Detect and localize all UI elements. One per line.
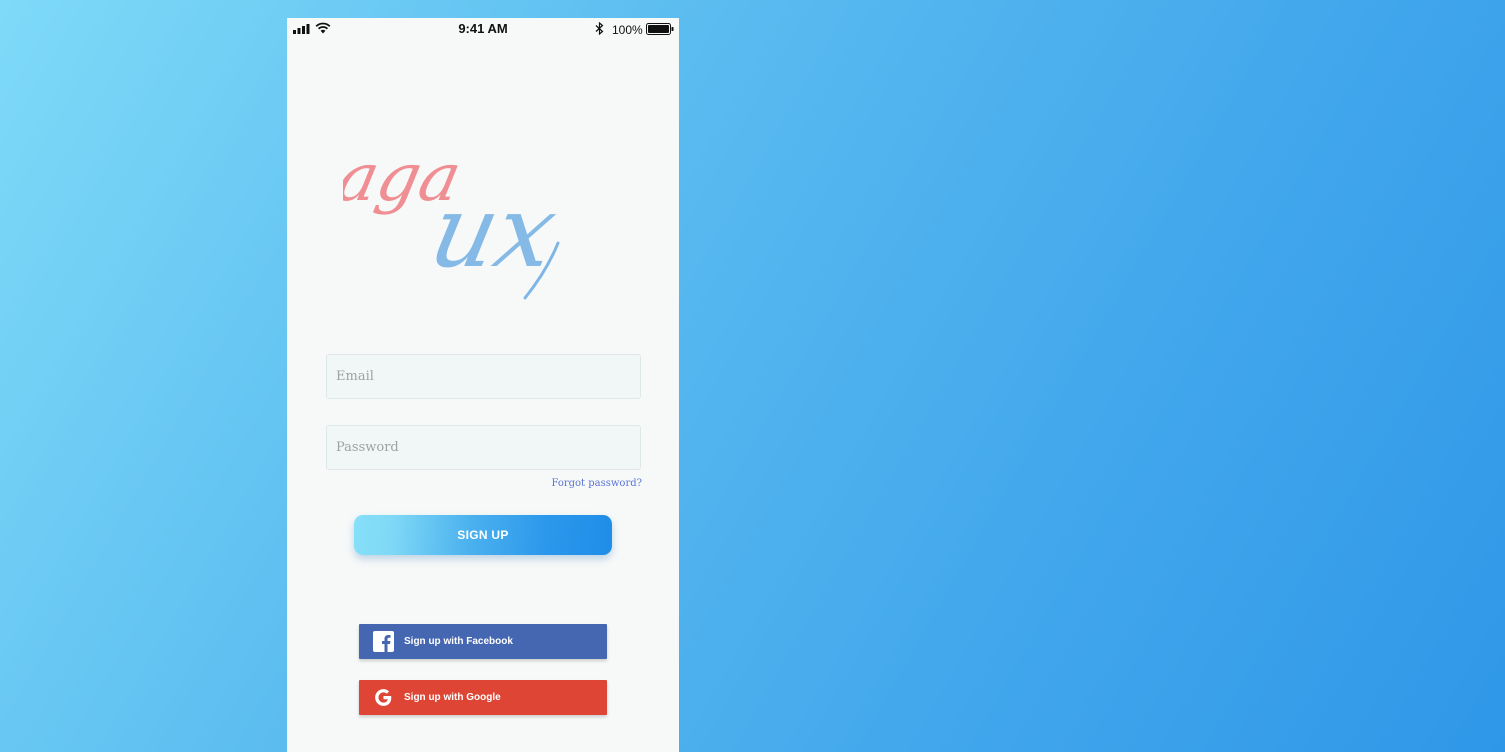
email-field[interactable] — [326, 354, 641, 399]
app-logo: aga ux — [343, 148, 566, 300]
sign-up-facebook-button[interactable]: Sign up with Facebook — [359, 624, 607, 659]
sign-up-google-button[interactable]: Sign up with Google — [359, 680, 607, 715]
battery-percent: 100% — [612, 23, 643, 37]
facebook-button-label: Sign up with Facebook — [404, 636, 513, 647]
google-button-label: Sign up with Google — [404, 692, 501, 703]
battery-icon — [646, 23, 674, 35]
google-icon — [375, 689, 392, 706]
status-bar: 9:41 AM 100% — [287, 18, 679, 42]
sign-up-button[interactable]: SIGN UP — [354, 515, 612, 555]
phone-screen: 9:41 AM 100% aga ux Forgot password? SIG… — [287, 18, 679, 752]
bluetooth-icon — [595, 22, 604, 35]
forgot-password-link[interactable]: Forgot password? — [551, 478, 642, 489]
password-field[interactable] — [326, 425, 641, 470]
facebook-icon — [373, 631, 394, 652]
